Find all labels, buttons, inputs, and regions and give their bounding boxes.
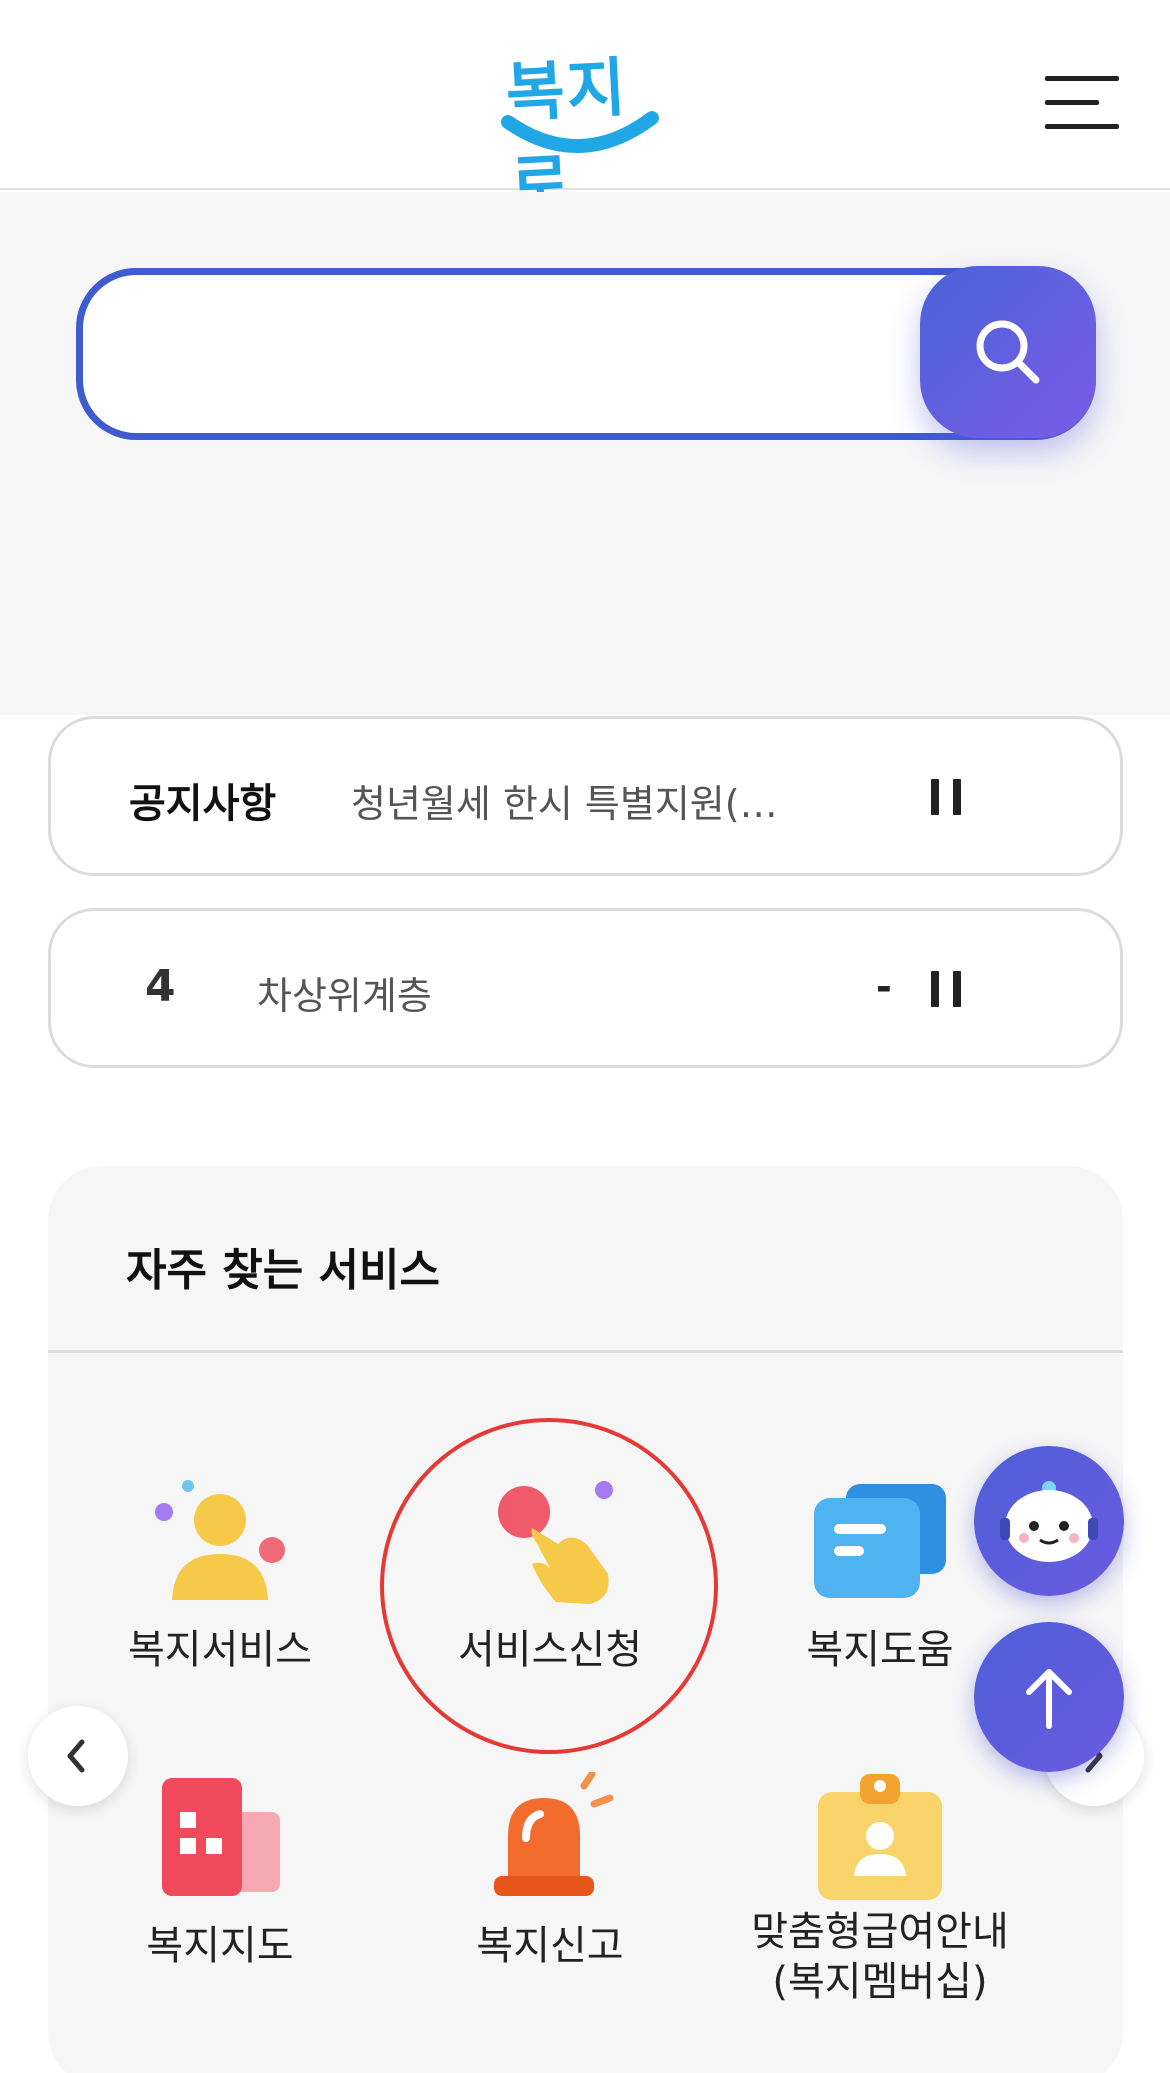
service-item-welfare-map[interactable]: 복지지도 — [70, 1772, 370, 2022]
person-icon — [155, 1480, 285, 1600]
clipboard-id-icon — [818, 1774, 942, 1900]
service-item-label: 복지서비스 — [128, 1627, 312, 1673]
service-item-custom-benefit[interactable]: 맞춤형급여안내 (복지멤버십) — [730, 1772, 1030, 2022]
service-item-label: 복지지도 — [146, 1923, 294, 1969]
search-input[interactable] — [123, 305, 943, 405]
keyword-pause-icon[interactable] — [927, 971, 967, 1011]
chatbot-button[interactable] — [974, 1446, 1124, 1596]
notice-text[interactable]: 청년월세 한시 특별지원(… — [351, 773, 778, 828]
map-building-icon — [162, 1778, 280, 1896]
chatbot-robot-icon — [1000, 1481, 1098, 1562]
service-item-label: 맞춤형급여안내 — [751, 1909, 1009, 1955]
notice-bar[interactable]: 공지사항 청년월세 한시 특별지원(… — [48, 716, 1123, 876]
service-item-welfare-report[interactable]: 복지신고 — [400, 1772, 700, 2022]
pointing-hand-icon — [498, 1481, 613, 1604]
chevron-left-icon — [67, 1739, 85, 1773]
divider — [48, 1350, 1123, 1353]
notice-pause-icon[interactable] — [927, 779, 967, 819]
service-item-welfare-service[interactable]: 복지서비스 — [70, 1476, 370, 1726]
carousel-prev-button[interactable] — [28, 1706, 128, 1806]
hamburger-menu-icon[interactable] — [1045, 70, 1125, 132]
page: 복지로 공지사항 청년월세 한시 특별지원(… 4 차상위계층 - 자주 찾는 … — [0, 0, 1170, 2073]
header: 복지로 — [0, 0, 1170, 223]
search-button-bg[interactable] — [920, 266, 1096, 438]
smile-logo-icon — [501, 111, 659, 153]
arrow-up-icon — [1026, 1669, 1072, 1729]
keyword-rank: 4 — [145, 961, 176, 1012]
frequent-services: 자주 찾는 서비스 복지서비스 서비스신청 복지도움 복지지도 복지신고 맞춤형… — [48, 1166, 1123, 2073]
popular-keyword-bar[interactable]: 4 차상위계층 - — [48, 908, 1123, 1068]
notice-label: 공지사항 — [129, 781, 277, 827]
service-item-label: 서비스신청 — [458, 1627, 642, 1673]
service-item-label: 복지신고 — [476, 1923, 624, 1969]
logo[interactable]: 복지로 — [500, 38, 675, 223]
scroll-to-top-button[interactable] — [974, 1622, 1124, 1772]
search-icon — [976, 320, 1040, 384]
keyword-change: - — [876, 965, 892, 1009]
chat-bubble-icon — [814, 1484, 946, 1598]
service-item-sublabel: (복지멤버십) — [772, 1959, 988, 2005]
service-item-service-application[interactable]: 서비스신청 — [400, 1476, 700, 1726]
keyword-text[interactable]: 차상위계층 — [257, 965, 432, 1020]
siren-icon — [494, 1772, 614, 1896]
search-button[interactable] — [920, 266, 1096, 438]
section-title: 자주 찾는 서비스 — [126, 1245, 440, 1296]
